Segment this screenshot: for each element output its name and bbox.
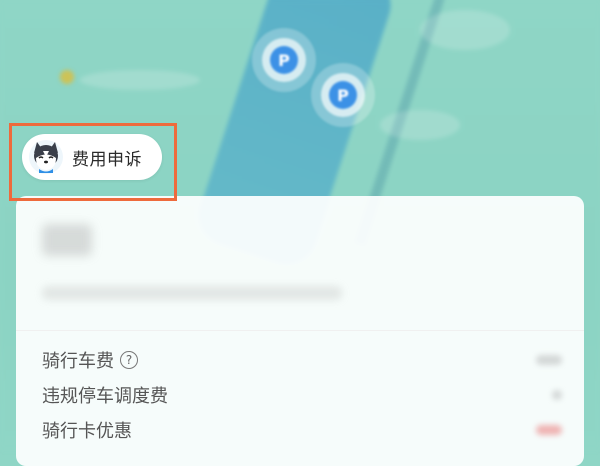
blurred-amount — [42, 224, 92, 256]
fee-value-blurred — [536, 354, 562, 365]
map-blur-text — [380, 110, 460, 140]
fee-row-card-discount: 骑行卡优惠 — [42, 412, 562, 447]
parking-pin-icon[interactable]: P — [321, 73, 365, 117]
fee-breakdown-list: 骑行车费 ? 违规停车调度费 骑行卡优惠 — [42, 342, 562, 447]
parking-pin-icon[interactable]: P — [262, 38, 306, 82]
parking-pin-label: P — [329, 81, 357, 109]
fee-label: 骑行卡优惠 — [42, 420, 132, 442]
map-marker-dot — [60, 70, 74, 84]
fee-label: 骑行车费 — [42, 350, 114, 372]
card-divider — [16, 330, 584, 331]
fee-row-riding: 骑行车费 ? — [42, 342, 562, 377]
fee-label: 违规停车调度费 — [42, 385, 168, 407]
help-icon[interactable]: ? — [120, 350, 138, 369]
fee-row-parking-penalty: 违规停车调度费 — [42, 377, 562, 412]
highlight-annotation-box — [9, 123, 177, 201]
fee-value-blurred — [536, 424, 562, 435]
fee-value-blurred — [552, 389, 562, 400]
blurred-subtitle — [42, 286, 342, 300]
map-blur-text — [80, 70, 200, 90]
map-blur-text — [420, 10, 510, 50]
parking-pin-label: P — [270, 46, 298, 74]
